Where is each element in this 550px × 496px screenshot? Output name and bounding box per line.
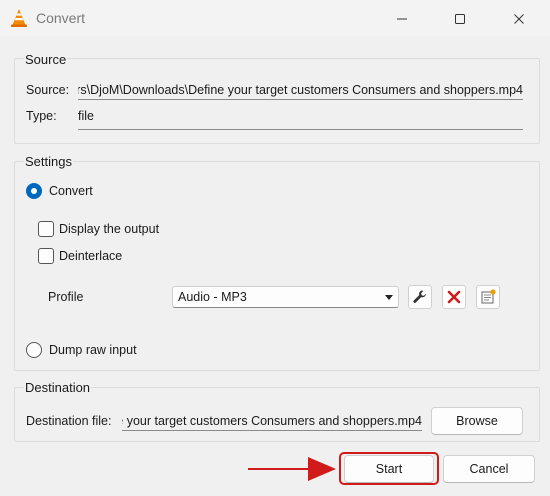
new-profile-icon	[481, 289, 496, 304]
source-label: Source:	[26, 83, 70, 97]
browse-button[interactable]: Browse	[431, 407, 523, 435]
red-x-icon	[447, 290, 461, 304]
deinterlace-label[interactable]: Deinterlace	[59, 249, 122, 263]
deinterlace-checkbox[interactable]	[38, 248, 54, 264]
profile-selected-value: Audio - MP3	[178, 290, 247, 304]
wrench-icon	[413, 290, 426, 303]
dump-raw-label[interactable]: Dump raw input	[49, 343, 137, 357]
profile-label: Profile	[48, 290, 84, 304]
close-icon	[514, 14, 524, 24]
destination-file-field[interactable]: C:\Users\DjoM\Downloads\Define your targ…	[122, 411, 422, 431]
minimize-icon	[397, 18, 407, 20]
destination-group-title: Destination	[24, 380, 92, 395]
profile-select[interactable]: Audio - MP3	[172, 286, 399, 308]
title-bar: Convert	[0, 0, 550, 36]
convert-label[interactable]: Convert	[49, 184, 93, 198]
maximize-icon	[455, 14, 465, 24]
red-arrow-annotation	[248, 457, 336, 481]
window-title: Convert	[36, 10, 86, 26]
dropdown-arrow-icon	[385, 295, 393, 300]
display-output-checkbox[interactable]	[38, 221, 54, 237]
vlc-cone-icon	[11, 9, 27, 27]
convert-dialog: Convert Source Source: C:\Users\DjoM\Dow…	[0, 0, 550, 496]
close-button[interactable]	[509, 9, 529, 29]
start-button[interactable]: Start	[344, 455, 434, 483]
type-field-underline	[78, 129, 523, 130]
edit-profile-button[interactable]	[408, 285, 432, 309]
delete-profile-button[interactable]	[442, 285, 466, 309]
type-label: Type:	[26, 109, 57, 123]
dump-raw-radio[interactable]	[26, 342, 42, 358]
type-value: file	[78, 109, 94, 123]
settings-group-title: Settings	[24, 154, 73, 169]
minimize-button[interactable]	[392, 9, 412, 29]
source-group	[14, 58, 540, 144]
source-path-field[interactable]: C:\Users\DjoM\Downloads\Define your targ…	[78, 80, 523, 100]
convert-radio[interactable]	[26, 183, 42, 199]
cancel-button[interactable]: Cancel	[443, 455, 535, 483]
destination-file-label: Destination file:	[26, 414, 112, 428]
maximize-button[interactable]	[450, 9, 470, 29]
source-group-title: Source	[24, 52, 68, 67]
new-profile-button[interactable]	[476, 285, 500, 309]
display-output-label[interactable]: Display the output	[59, 222, 159, 236]
